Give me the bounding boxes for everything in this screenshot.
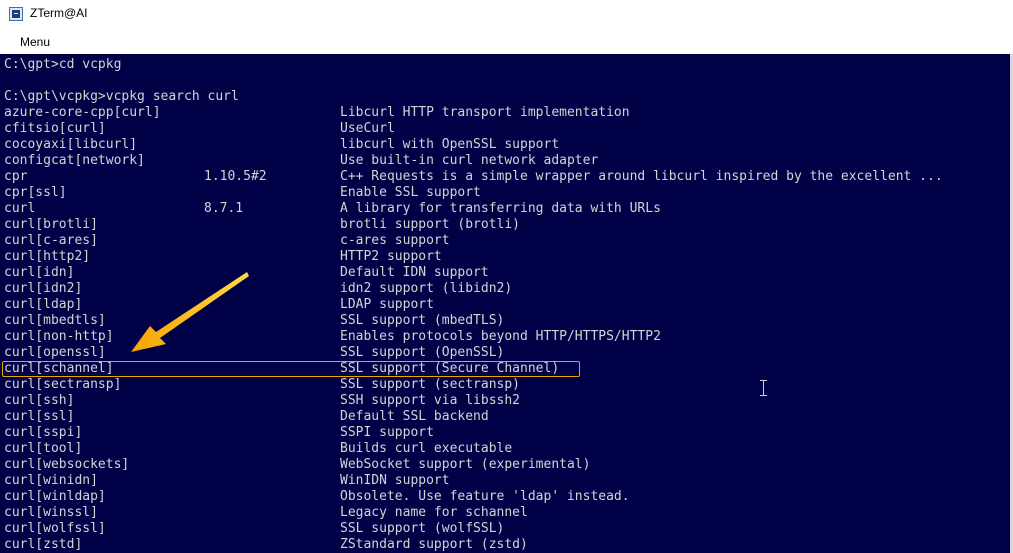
package-name: cocoyaxi[libcurl] xyxy=(4,137,138,152)
package-name: curl[ssl] xyxy=(4,409,75,424)
package-description: LDAP support xyxy=(340,297,434,312)
terminal-line: curl[websockets] WebSocket support (exper… xyxy=(0,457,1010,473)
package-description: SSL support (mbedTLS) xyxy=(340,313,505,328)
terminal-line: C:\gpt>cd vcpkg xyxy=(0,57,1010,73)
package-description: SSL support (wolfSSL) xyxy=(340,521,505,536)
terminal-line: curl[non-http] Enables protocols beyond H… xyxy=(0,329,1010,345)
package-name: curl[zstd] xyxy=(4,537,83,552)
terminal-line: curl[http2] HTTP2 support xyxy=(0,249,1010,265)
terminal-line: C:\gpt\vcpkg>vcpkg search curl xyxy=(0,89,1010,105)
terminal-line: cpr[ssl] Enable SSL support xyxy=(0,185,1010,201)
text-cursor-icon xyxy=(760,380,767,396)
terminal-line: curl[winldap] Obsolete. Use feature 'ldap… xyxy=(0,489,1010,505)
terminal-output[interactable]: C:\gpt>cd vcpkg C:\gpt\vcpkg>vcpkg search… xyxy=(0,54,1010,553)
terminal-line: curl[ssh] SSH support via libssh2 xyxy=(0,393,1010,409)
menu-bar: Menu xyxy=(0,30,1013,54)
package-description: c-ares support xyxy=(340,233,450,248)
package-description: brotli support (brotli) xyxy=(340,217,521,232)
package-description: WinIDN support xyxy=(340,473,450,488)
terminal-line: curl 8.7.1 A library for transferring data… xyxy=(0,201,1010,217)
package-name: cpr xyxy=(4,169,28,184)
package-description: HTTP2 support xyxy=(340,249,442,264)
package-name: curl[ldap] xyxy=(4,297,83,312)
terminal-line: cpr 1.10.5#2 C++ Requests is a simple wrap… xyxy=(0,169,1010,185)
package-description: UseCurl xyxy=(340,121,395,136)
package-description: ZStandard support (zstd) xyxy=(340,537,528,552)
terminal-line: curl[tool] Builds curl executable xyxy=(0,441,1010,457)
highlight-box xyxy=(2,361,580,377)
package-name: curl[websockets] xyxy=(4,457,130,472)
terminal-app-icon xyxy=(9,7,23,21)
package-name: curl[tool] xyxy=(4,441,83,456)
terminal-line: curl[zstd] ZStandard support (zstd) xyxy=(0,537,1010,553)
package-description: SSPI support xyxy=(340,425,434,440)
package-description: libcurl with OpenSSL support xyxy=(340,137,560,152)
package-name: curl[winidn] xyxy=(4,473,98,488)
terminal-line: curl[c-ares] c-ares support xyxy=(0,233,1010,249)
terminal-line: curl[winssl] Legacy name for schannel xyxy=(0,505,1010,521)
package-description: Libcurl HTTP transport implementation xyxy=(340,105,630,120)
terminal-line: curl[winidn] WinIDN support xyxy=(0,473,1010,489)
terminal-line: configcat[network] Use built-in curl netw… xyxy=(0,153,1010,169)
package-name: curl[http2] xyxy=(4,249,91,264)
package-name: curl[ssh] xyxy=(4,393,75,408)
package-description: C++ Requests is a simple wrapper around … xyxy=(340,169,943,184)
package-description: WebSocket support (experimental) xyxy=(340,457,591,472)
package-name: C:\gpt\vcpkg>vcpkg search curl xyxy=(4,89,239,104)
package-name: curl[idn2] xyxy=(4,281,83,296)
package-description: Default IDN support xyxy=(340,265,489,280)
terminal-line: cfitsio[curl] UseCurl xyxy=(0,121,1010,137)
package-name: azure-core-cpp[curl] xyxy=(4,105,161,120)
package-name: curl[mbedtls] xyxy=(4,313,106,328)
package-name: curl[c-ares] xyxy=(4,233,98,248)
menu-item-menu[interactable]: Menu xyxy=(20,35,50,49)
package-description: Enable SSL support xyxy=(340,185,481,200)
package-name: curl xyxy=(4,201,36,216)
package-description: Obsolete. Use feature 'ldap' instead. xyxy=(340,489,630,504)
package-name: curl[winldap] xyxy=(4,489,106,504)
title-bar: ZTerm@AI xyxy=(0,0,1013,30)
package-description: SSL support (sectransp) xyxy=(340,377,521,392)
terminal-line: curl[wolfssl] SSL support (wolfSSL) xyxy=(0,521,1010,537)
package-name: curl[openssl] xyxy=(4,345,106,360)
package-description: Builds curl executable xyxy=(340,441,513,456)
package-name: curl[brotli] xyxy=(4,217,98,232)
terminal-line: curl[ldap] LDAP support xyxy=(0,297,1010,313)
package-name: configcat[network] xyxy=(4,153,145,168)
package-version: 8.7.1 xyxy=(204,201,244,216)
terminal-line: curl[sspi] SSPI support xyxy=(0,425,1010,441)
terminal-line: azure-core-cpp[curl] Libcurl HTTP transpo… xyxy=(0,105,1010,121)
package-description: Legacy name for schannel xyxy=(340,505,528,520)
package-name: C:\gpt>cd vcpkg xyxy=(4,57,122,72)
terminal-line: curl[ssl] Default SSL backend xyxy=(0,409,1010,425)
package-name: curl[non-http] xyxy=(4,329,114,344)
package-name: curl[idn] xyxy=(4,265,75,280)
terminal-line: curl[sectransp] SSL support (sectransp) xyxy=(0,377,1010,393)
terminal-line: curl[idn] Default IDN support xyxy=(0,265,1010,281)
terminal-line: curl[idn2] idn2 support (libidn2) xyxy=(0,281,1010,297)
window-title: ZTerm@AI xyxy=(30,6,88,20)
terminal-line: curl[brotli] brotli support (brotli) xyxy=(0,217,1010,233)
package-description: Enables protocols beyond HTTP/HTTPS/HTTP… xyxy=(340,329,661,344)
package-name: cpr[ssl] xyxy=(4,185,67,200)
package-description: A library for transferring data with URL… xyxy=(340,201,661,216)
package-description: Use built-in curl network adapter xyxy=(340,153,599,168)
package-description: Default SSL backend xyxy=(340,409,489,424)
terminal-line: curl[openssl] SSL support (OpenSSL) xyxy=(0,345,1010,361)
terminal-line: curl[mbedtls] SSL support (mbedTLS) xyxy=(0,313,1010,329)
package-name: curl[wolfssl] xyxy=(4,521,106,536)
terminal-line: cocoyaxi[libcurl] libcurl with OpenSSL su… xyxy=(0,137,1010,153)
package-description: idn2 support (libidn2) xyxy=(340,281,513,296)
package-version: 1.10.5#2 xyxy=(204,169,267,184)
package-name: curl[winssl] xyxy=(4,505,98,520)
package-name: cfitsio[curl] xyxy=(4,121,106,136)
package-name: curl[sectransp] xyxy=(4,377,122,392)
package-description: SSH support via libssh2 xyxy=(340,393,521,408)
package-description: SSL support (OpenSSL) xyxy=(340,345,505,360)
package-name: curl[sspi] xyxy=(4,425,83,440)
